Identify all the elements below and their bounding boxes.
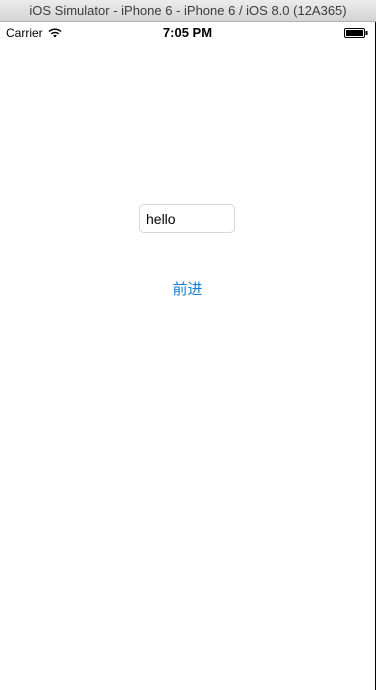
window-title: iOS Simulator - iPhone 6 - iPhone 6 / iO… [0, 0, 376, 22]
simulator-window: iOS Simulator - iPhone 6 - iPhone 6 / iO… [0, 0, 376, 690]
device-screen: Carrier 7:05 PM 前进 [0, 22, 376, 690]
text-input[interactable] [139, 204, 235, 233]
status-bar: Carrier 7:05 PM [0, 22, 375, 42]
forward-button[interactable]: 前进 [150, 276, 225, 300]
battery-full-icon [344, 28, 368, 38]
status-time: 7:05 PM [162, 25, 213, 40]
